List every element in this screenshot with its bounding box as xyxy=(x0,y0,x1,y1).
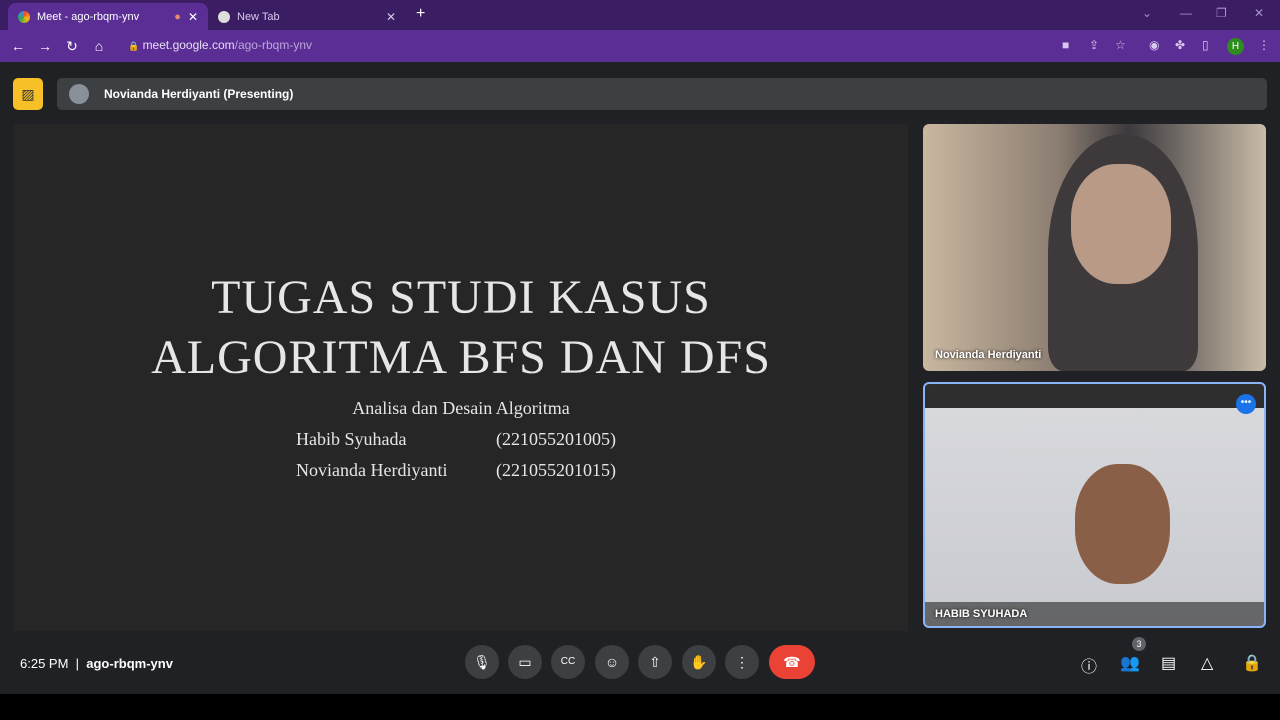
microphone-button[interactable]: 🎙 xyxy=(465,645,499,679)
camera-icon[interactable]: ■ xyxy=(1062,38,1069,52)
member-id: (221055201005) xyxy=(496,429,616,449)
presenting-bar: Novianda Herdiyanti (Presenting) xyxy=(57,78,1267,110)
tab-search-icon[interactable]: ⌄ xyxy=(1142,6,1152,20)
participant-tile[interactable]: Novianda Herdiyanti xyxy=(923,124,1266,371)
participant-name: Novianda Herdiyanti xyxy=(935,349,1042,361)
minimize-button[interactable]: — xyxy=(1180,6,1192,20)
window-close-button[interactable]: ✕ xyxy=(1254,6,1264,20)
back-icon[interactable]: ← xyxy=(5,38,31,54)
camera-button[interactable]: ▭ xyxy=(508,645,542,679)
presenter-avatar xyxy=(69,84,89,104)
address-bar[interactable]: 🔒 meet.google.com/ago-rbqm-ynv xyxy=(128,38,312,52)
presentation-slide: TUGAS STUDI KASUS ALGORITMA BFS DAN DFS A… xyxy=(14,124,908,631)
meet-app: ▨ Novianda Herdiyanti (Presenting) TUGAS… xyxy=(0,62,1280,694)
host-controls-icon[interactable]: 🔒 xyxy=(1242,653,1262,673)
tab-new-tab[interactable]: New Tab ✕ xyxy=(208,3,406,30)
slide-subtitle: Analisa dan Desain Algoritma xyxy=(352,398,570,418)
people-icon[interactable]: 👥 xyxy=(1120,653,1140,673)
close-icon[interactable]: ✕ xyxy=(386,10,396,24)
recording-icon: ● xyxy=(174,10,181,23)
meeting-code: ago-rbqm-ynv xyxy=(86,656,173,671)
emoji-button[interactable]: ☺ xyxy=(595,645,629,679)
bottom-controls: 6:25 PM | ago-rbqm-ynv 🎙 ▭ CC ☺ ⇧ ✋ ⋮ ☎ … xyxy=(0,637,1280,687)
home-icon[interactable]: ⌂ xyxy=(86,38,112,54)
slide-title: TUGAS STUDI KASUS ALGORITMA BFS DAN DFS xyxy=(14,268,908,388)
tab-label: Meet - ago-rbqm-ynv xyxy=(37,10,140,23)
clock: 6:25 PM xyxy=(20,656,69,671)
chrome-icon xyxy=(218,10,230,23)
close-icon[interactable]: ✕ xyxy=(188,10,198,24)
captions-button[interactable]: CC xyxy=(551,645,585,679)
participant-video xyxy=(1075,464,1170,584)
participant-tile[interactable]: ••• HABIB SYUHADA xyxy=(923,382,1266,628)
participant-count-badge: 3 xyxy=(1132,637,1146,651)
member-name: Novianda Herdiyanti xyxy=(296,460,448,480)
share-icon[interactable]: ⇪ xyxy=(1089,38,1099,52)
member-row: Habib Syuhada (221055201005) xyxy=(14,429,908,450)
meeting-info: 6:25 PM | ago-rbqm-ynv xyxy=(20,656,173,671)
side-panel-icon[interactable]: ▯ xyxy=(1202,38,1209,52)
tab-bar: Meet - ago-rbqm-ynv ● ✕ New Tab ✕ + ⌄ — ❐ ✕ xyxy=(0,0,1280,30)
meet-favicon-icon xyxy=(18,10,30,23)
present-button[interactable]: ⇧ xyxy=(638,645,672,679)
participant-face xyxy=(1071,164,1171,284)
extensions-icon[interactable]: ✤ xyxy=(1175,38,1185,52)
slide-title-line: TUGAS STUDI KASUS xyxy=(211,271,711,324)
member-name: Habib Syuhada xyxy=(296,429,407,449)
forward-icon[interactable]: → xyxy=(32,38,58,54)
star-icon[interactable]: ☆ xyxy=(1115,38,1126,52)
profile-avatar[interactable]: H xyxy=(1227,38,1244,55)
presenter-label: Novianda Herdiyanti (Presenting) xyxy=(104,87,294,101)
screenshot-icon[interactable]: ◉ xyxy=(1149,38,1159,52)
participant-name: HABIB SYUHADA xyxy=(925,602,1264,626)
info-icon[interactable]: ⓘ xyxy=(1081,653,1097,677)
slide-title-line: ALGORITMA BFS DAN DFS xyxy=(151,331,771,384)
tab-label: New Tab xyxy=(237,10,280,23)
chat-icon[interactable]: ▤ xyxy=(1161,653,1176,673)
stop-presenting-icon[interactable]: ▨ xyxy=(13,78,43,110)
lock-icon: 🔒 xyxy=(128,41,140,51)
maximize-button[interactable]: ❐ xyxy=(1216,6,1227,20)
url-host: meet.google.com xyxy=(142,38,235,52)
tab-meet[interactable]: Meet - ago-rbqm-ynv ● ✕ xyxy=(8,3,208,30)
activities-icon[interactable]: △ xyxy=(1201,653,1213,673)
reload-icon[interactable]: ↻ xyxy=(59,38,85,55)
browser-toolbar: ← → ↻ ⌂ 🔒 meet.google.com/ago-rbqm-ynv ■… xyxy=(0,30,1280,62)
member-id: (221055201015) xyxy=(496,460,616,480)
more-options-button[interactable]: ⋮ xyxy=(725,645,759,679)
new-tab-button[interactable]: + xyxy=(416,5,425,23)
raise-hand-button[interactable]: ✋ xyxy=(682,645,716,679)
more-options-icon[interactable]: ••• xyxy=(1236,394,1256,414)
leave-call-button[interactable]: ☎ xyxy=(769,645,815,679)
url-path: /ago-rbqm-ynv xyxy=(234,38,312,52)
menu-icon[interactable]: ⋮ xyxy=(1258,38,1270,52)
member-row: Novianda Herdiyanti (221055201015) xyxy=(14,460,908,481)
